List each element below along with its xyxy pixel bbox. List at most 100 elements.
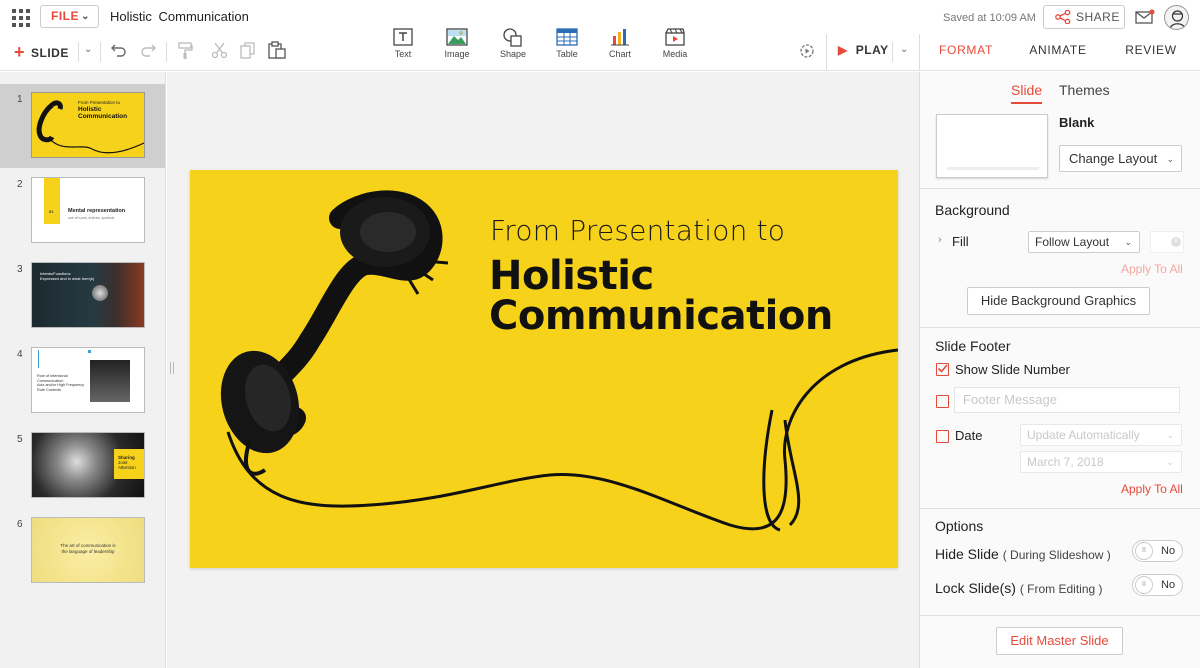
hide-slide-label: Hide Slide ( During Slideshow ) — [935, 546, 1111, 562]
chevron-down-icon: ⌄ — [1166, 430, 1174, 440]
fill-color-picker[interactable]: × — [1150, 231, 1184, 253]
edit-master-slide-button[interactable]: Edit Master Slide — [996, 627, 1123, 655]
slide-thumbnail-3[interactable]: 3 Intents/Functions Expressed and in what… — [0, 254, 165, 338]
insert-chart-label: Chart — [608, 49, 631, 59]
insert-media-button[interactable]: Media — [648, 27, 702, 59]
slide-number: 1 — [17, 94, 23, 105]
cut-icon[interactable] — [211, 42, 228, 59]
slide-title-line1: Holistic — [489, 253, 654, 299]
play-options-chevron-icon[interactable]: ⌄ — [900, 44, 908, 55]
chevron-right-icon[interactable]: › — [938, 234, 942, 246]
panel-resize-handle[interactable] — [170, 362, 174, 374]
show-slide-number-checkbox[interactable] — [936, 363, 949, 376]
slide-preview: Intents/Functions Expressed and in what f… — [31, 262, 145, 328]
slide-subtitle[interactable]: From Presentation to — [490, 214, 785, 247]
lock-slide-hint: ( From Editing ) — [1019, 582, 1103, 596]
fill-value: Follow Layout — [1035, 235, 1110, 249]
insert-chart-button[interactable]: Chart — [593, 27, 647, 59]
share-button[interactable]: SHARE — [1043, 5, 1125, 29]
slide-preview: 01 Mental representation use of icons, i… — [31, 177, 145, 243]
subtab-themes[interactable]: Themes — [1059, 82, 1110, 98]
fill-dropdown[interactable]: Follow Layout ⌄ — [1028, 231, 1140, 253]
slideshow-settings-icon[interactable] — [799, 43, 815, 59]
layout-name: Blank — [1059, 115, 1095, 130]
paste-icon[interactable] — [268, 41, 286, 59]
document-title[interactable]: Holistic Communication — [110, 9, 249, 24]
redo-icon[interactable] — [140, 43, 156, 57]
slide-thumbnail-1[interactable]: 1 From Presentation to Holistic Communica… — [0, 84, 165, 168]
insert-shape-button[interactable]: Shape — [486, 27, 540, 59]
slide-number: 3 — [17, 264, 23, 275]
tab-review[interactable]: REVIEW — [1112, 36, 1190, 70]
divider — [919, 34, 920, 71]
slide-options-chevron-icon[interactable]: ⌄ — [84, 44, 92, 55]
insert-image-button[interactable]: Image — [430, 27, 484, 59]
thumb-title-line2: Communication — [78, 112, 128, 120]
slide-thumbnail-2[interactable]: 2 01 Mental representation use of icons,… — [0, 169, 165, 253]
subtab-slide[interactable]: Slide — [1011, 82, 1043, 104]
layout-footer-bar — [947, 167, 1039, 170]
thumb-subheading: use of icons, indices, symbols — [68, 216, 115, 220]
format-painter-icon[interactable] — [177, 42, 193, 60]
slide-preview: From Presentation to Holistic Communicati… — [31, 92, 145, 158]
fill-label: Fill — [952, 234, 969, 249]
slide-title-line2: Communication — [489, 293, 833, 339]
options-heading: Options — [935, 518, 984, 534]
add-slide-button[interactable]: + SLIDE — [14, 42, 69, 62]
footer-message-input[interactable]: Footer Message — [954, 387, 1180, 413]
thumb-line3: Attention — [118, 465, 136, 470]
insert-text-button[interactable]: Text — [376, 27, 430, 59]
avatar[interactable] — [1164, 5, 1189, 30]
chevron-down-icon: ⌄ — [1124, 237, 1132, 247]
insert-table-button[interactable]: Table — [540, 27, 594, 59]
tab-animate[interactable]: ANIMATE — [1018, 36, 1098, 70]
share-label: SHARE — [1076, 10, 1120, 24]
insert-text-label: Text — [394, 49, 412, 59]
media-icon — [665, 28, 685, 46]
background-apply-to-all-link[interactable]: Apply To All — [1121, 262, 1183, 276]
date-mode-dropdown[interactable]: Update Automatically ⌄ — [1020, 424, 1182, 446]
thumb-line2: Expressed and in what form(s) — [40, 276, 95, 281]
date-label: Date — [955, 428, 983, 443]
slide-1[interactable]: From Presentation to Holistic Communicat… — [190, 170, 898, 568]
date-checkbox[interactable] — [936, 430, 949, 443]
hide-slide-toggle[interactable]: II No — [1132, 540, 1183, 562]
thumb-person-image — [90, 360, 130, 402]
divider — [78, 42, 79, 62]
footer-apply-to-all-link[interactable]: Apply To All — [1121, 482, 1183, 496]
mail-icon[interactable] — [1135, 9, 1155, 25]
footer-message-checkbox[interactable] — [936, 395, 949, 408]
tab-format[interactable]: FORMAT — [927, 36, 1005, 70]
saved-status: Saved at 10:09 AM — [943, 12, 1036, 24]
hide-slide-hint: ( During Slideshow ) — [1002, 548, 1111, 562]
clear-color-icon: × — [1171, 237, 1181, 247]
date-value-dropdown[interactable]: March 7, 2018 ⌄ — [1020, 451, 1182, 473]
layout-preview[interactable] — [936, 114, 1048, 178]
shape-icon — [503, 28, 522, 47]
play-icon: ▶ — [838, 43, 848, 57]
toggle-knob-icon: II — [1135, 542, 1153, 560]
thumb-text: Intents/Functions Expressed and in what f… — [40, 271, 94, 281]
copy-icon[interactable] — [240, 42, 256, 59]
slide-thumbnail-6[interactable]: 6 The art of communication is the languag… — [0, 509, 165, 593]
lock-slide-label: Lock Slide(s) ( From Editing ) — [935, 580, 1103, 596]
insert-shape-label: Shape — [499, 49, 527, 59]
hide-background-graphics-button[interactable]: Hide Background Graphics — [967, 287, 1150, 315]
play-button[interactable]: ▶ PLAY — [838, 43, 889, 57]
slide-thumbnail-5[interactable]: 5 Sharing Joint Attention — [0, 424, 165, 508]
show-slide-number-label: Show Slide Number — [955, 362, 1070, 377]
undo-icon[interactable] — [111, 43, 127, 57]
divider — [100, 42, 101, 62]
slide-preview: Role of Intentional Communication Acts and… — [31, 347, 145, 413]
lock-slide-toggle[interactable]: II No — [1132, 574, 1183, 596]
file-menu-button[interactable]: FILE ⌄ — [40, 5, 99, 28]
share-icon — [1055, 10, 1071, 24]
change-layout-dropdown[interactable]: Change Layout ⌄ — [1059, 145, 1182, 172]
checkmark-icon — [937, 364, 948, 373]
slide-title[interactable]: Holistic Communication — [489, 256, 833, 336]
chevron-down-icon: ⌄ — [1166, 154, 1174, 164]
thumb-title: Holistic Communication — [78, 106, 128, 120]
app-grid-icon[interactable] — [12, 9, 30, 27]
thumb-line4: Rote Contexts — [37, 387, 62, 392]
slide-thumbnail-4[interactable]: 4 Role of Intentional Communication Acts a… — [0, 339, 165, 423]
